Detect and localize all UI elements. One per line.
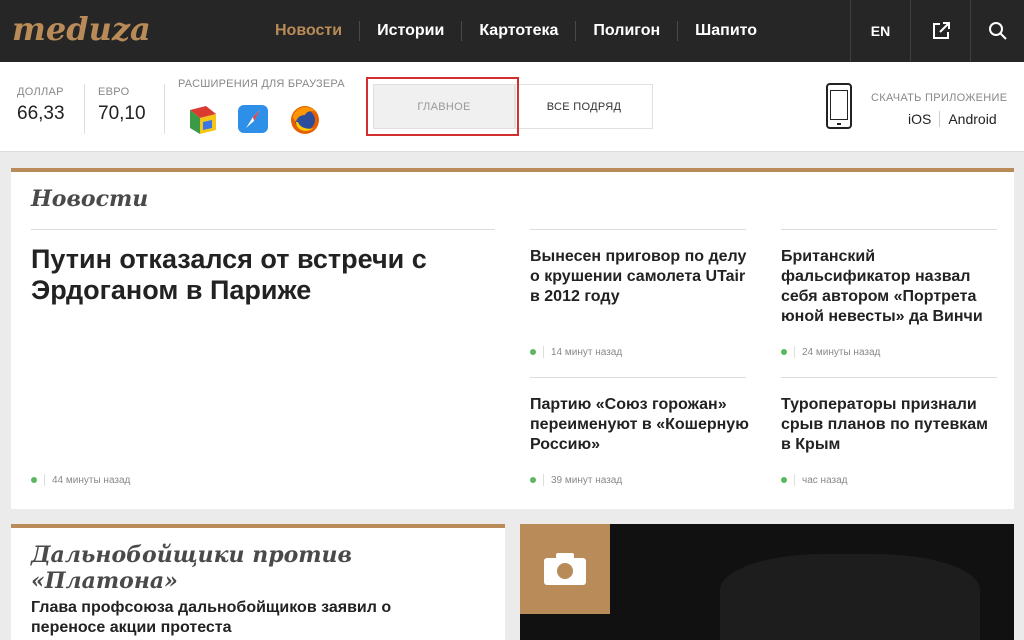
android-link[interactable]: Android [939,111,1004,127]
article-meta: час назад [781,474,848,486]
status-dot [530,349,536,355]
share-button[interactable] [910,0,970,62]
safari-icon[interactable] [236,102,270,136]
lead-article-title[interactable]: Путин отказался от встречи с Эрдоганом в… [31,244,491,306]
status-dot [781,477,787,483]
eur-label: ЕВРО [98,86,130,98]
divider [84,84,85,134]
news-section: Новости Путин отказался от встречи с Эрд… [11,168,1014,509]
divider [164,84,165,134]
article-title[interactable]: Вынесен приговор по делу о крушении само… [530,247,750,307]
feature-article-title[interactable]: Глава профсоюза дальнобойщиков заявил о … [31,598,431,638]
usd-value: 66,33 [17,103,65,124]
extensions-label: РАСШИРЕНИЯ ДЛЯ БРАУЗЕРА [178,78,345,90]
feature-section-title[interactable]: Дальнобойщики против «Платона» [31,542,505,594]
currency-eur: ЕВРО 70,10 [98,86,146,125]
nav-item-stories[interactable]: Истории [359,21,461,41]
nav-item-news[interactable]: Новости [258,21,359,41]
chrome-icon[interactable] [186,102,220,136]
top-bar: meduza Новости Истории Картотека Полигон… [0,0,1024,62]
lead-article-meta: 44 минуты назад [31,474,130,486]
eur-value: 70,10 [98,103,146,124]
divider [31,229,495,230]
nav-item-poligon[interactable]: Полигон [575,21,677,41]
article-time: 14 минут назад [551,346,623,358]
status-dot [530,477,536,483]
download-app-label: СКАЧАТЬ ПРИЛОЖЕНИЕ [871,92,1008,104]
browser-extensions: РАСШИРЕНИЯ ДЛЯ БРАУЗЕРА [178,78,345,134]
status-dot [781,349,787,355]
extension-icons [186,102,336,136]
selection-highlight [366,77,519,136]
status-dot [31,477,37,483]
language-switch[interactable]: EN [850,0,910,62]
divider [781,229,997,230]
currency-usd: ДОЛЛАР 66,33 [17,86,65,125]
article-time: час назад [802,474,848,486]
article-title[interactable]: Британский фальсификатор назвал себя авт… [781,247,1001,327]
nav-item-kartoteka[interactable]: Картотека [461,21,575,41]
news-section-title[interactable]: Новости [31,186,148,212]
phone-icon [826,83,852,129]
article-meta: 39 минут назад [530,474,622,486]
ios-link[interactable]: iOS [908,111,939,127]
nav-item-shapito[interactable]: Шапито [677,21,774,41]
feature-section: Дальнобойщики против «Платона» Глава про… [11,524,505,640]
usd-label: ДОЛЛАР [17,86,64,98]
divider [781,377,997,378]
search-icon [988,22,1007,40]
firefox-icon[interactable] [288,102,322,136]
article-time: 39 минут назад [551,474,623,486]
article-title[interactable]: Партию «Союз горожан» переименуют в «Кош… [530,395,750,455]
tab-all[interactable]: ВСЕ ПОДРЯД [515,84,653,129]
external-link-icon [932,22,950,39]
article-time: 24 минуты назад [802,346,881,358]
search-button[interactable] [970,0,1024,62]
article-meta: 24 минуты назад [781,346,880,358]
article-meta: 14 минут назад [530,346,622,358]
app-links: iOS Android [908,111,1005,127]
logo[interactable]: meduza [12,10,151,48]
lead-article-time: 44 минуты назад [52,474,131,486]
photo-image [720,554,980,640]
camera-icon [544,553,586,585]
photo-story[interactable] [520,524,1014,640]
main-nav: Новости Истории Картотека Полигон Шапито [258,0,774,62]
divider [530,377,746,378]
article-title[interactable]: Туроператоры признали срыв планов по пут… [781,395,1001,455]
photo-badge [520,524,610,614]
divider [530,229,746,230]
